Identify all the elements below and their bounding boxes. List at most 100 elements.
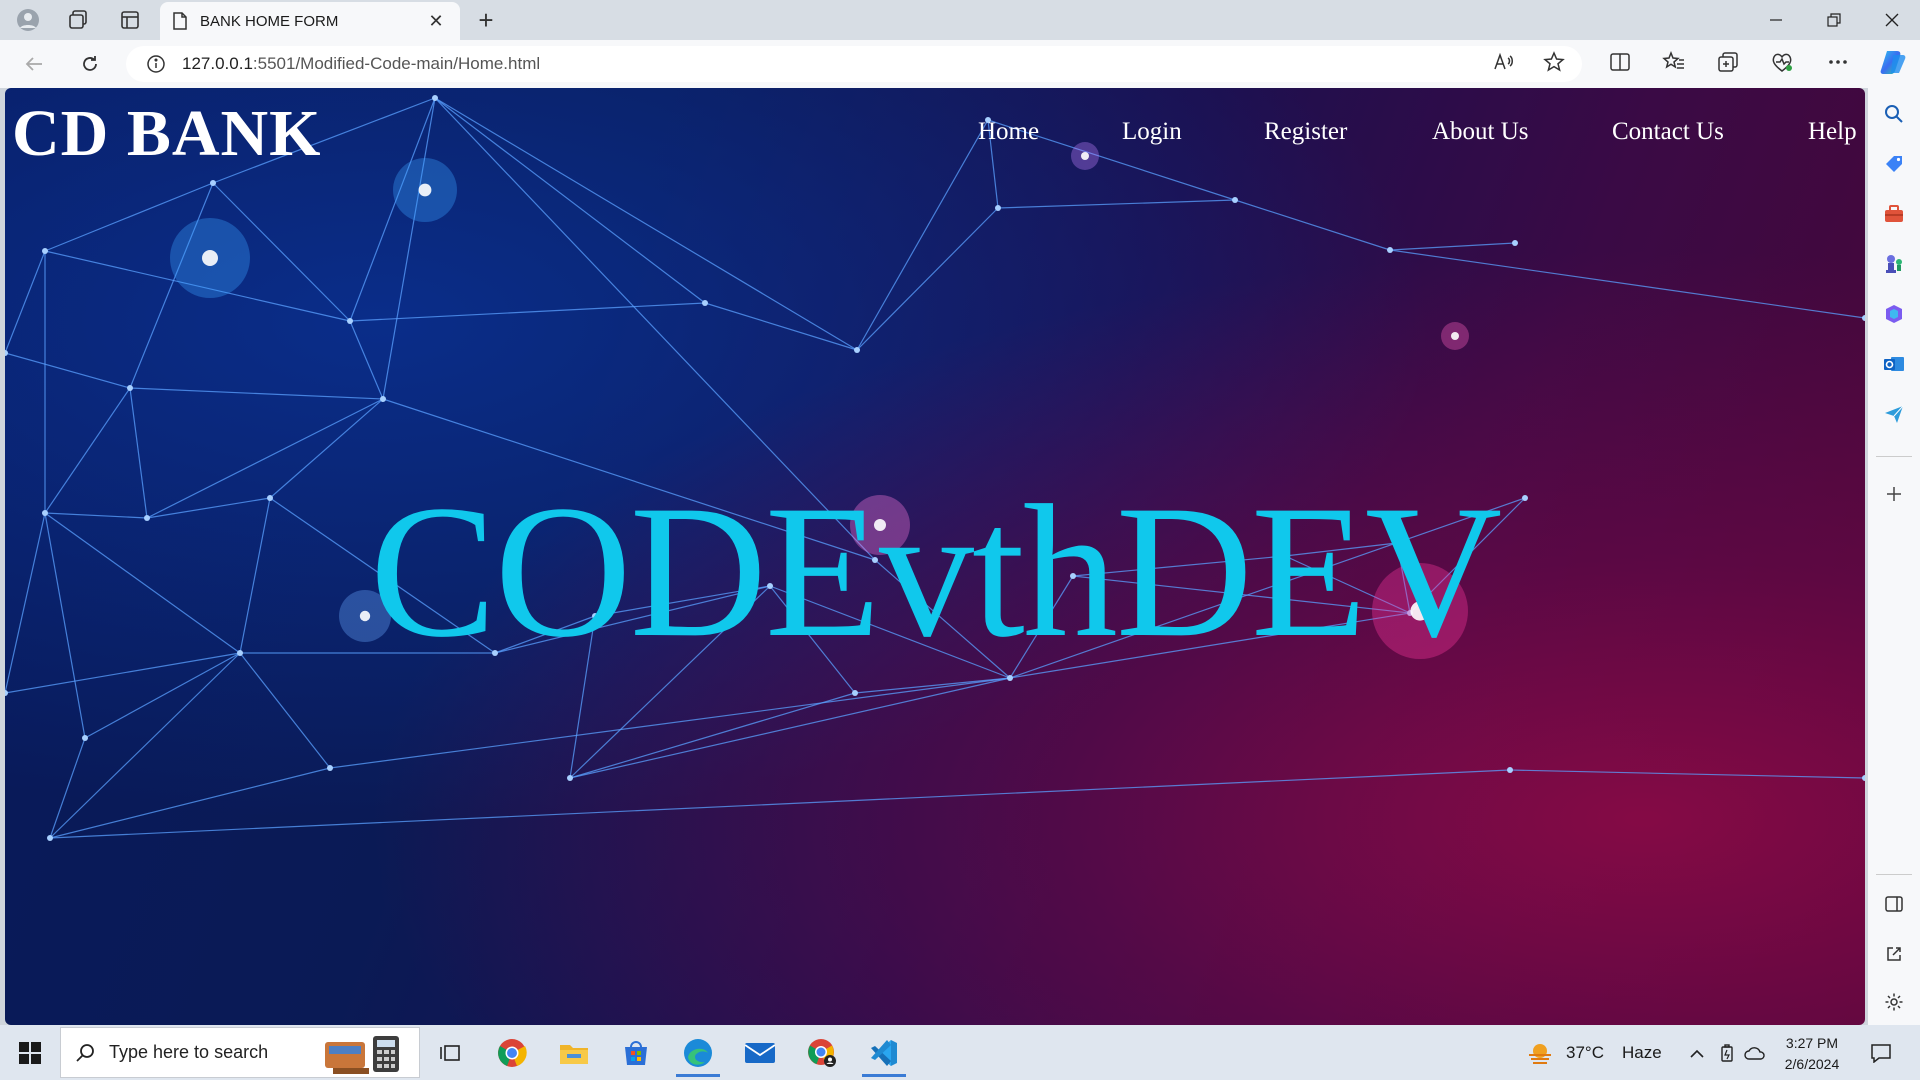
network-node — [1387, 247, 1393, 253]
edge-sidebar — [1868, 88, 1920, 1025]
network-line — [349, 302, 706, 322]
network-node — [210, 180, 216, 186]
sidebar-search-icon[interactable] — [1878, 98, 1910, 130]
nav-contact-us-link[interactable]: Contact Us — [1612, 118, 1724, 146]
tab-bank-home[interactable]: BANK HOME FORM ✕ — [160, 2, 460, 40]
network-node — [1507, 767, 1513, 773]
onedrive-cloud-icon[interactable] — [1740, 1029, 1770, 1077]
windows-start-button[interactable] — [8, 1033, 52, 1073]
close-window-button[interactable] — [1864, 0, 1920, 40]
collections-icon[interactable] — [1712, 46, 1744, 78]
clock-date: 2/6/2024 — [1784, 1056, 1840, 1072]
network-line — [382, 97, 436, 400]
read-aloud-icon[interactable] — [1488, 46, 1520, 78]
close-tab-icon[interactable]: ✕ — [424, 11, 448, 32]
weather-haze-icon[interactable] — [1520, 1029, 1560, 1077]
tab-title: BANK HOME FORM — [200, 12, 339, 30]
glow-core — [202, 250, 218, 266]
nav-about-us-link[interactable]: About Us — [1432, 118, 1529, 146]
chrome-app-icon[interactable] — [484, 1029, 540, 1077]
network-line — [1389, 242, 1516, 251]
search-placeholder: Type here to search — [109, 1042, 269, 1062]
network-node — [702, 300, 708, 306]
chrome-profile-app-icon[interactable] — [794, 1029, 850, 1077]
nav-home-link[interactable]: Home — [978, 118, 1039, 146]
nav-register-link[interactable]: Register — [1264, 118, 1347, 146]
url-path: :5501/Modified-Code-main/Home.html — [252, 54, 541, 73]
system-clock[interactable]: 3:27 PM 2/6/2024 — [1770, 1033, 1854, 1075]
restore-button[interactable] — [1806, 0, 1862, 40]
mail-app-icon[interactable] — [732, 1029, 788, 1077]
browser-essentials-icon[interactable] — [1766, 46, 1798, 78]
network-node — [1862, 775, 1865, 781]
workspaces-icon[interactable] — [58, 6, 98, 34]
network-node — [852, 690, 858, 696]
copilot-icon[interactable] — [1876, 44, 1912, 80]
network-line — [856, 119, 989, 351]
sidebar-settings-icon[interactable] — [1878, 986, 1910, 1018]
site-info-icon[interactable] — [146, 54, 166, 74]
browser-title-bar: BANK HOME FORM ✕ + — [0, 0, 1920, 40]
network-node — [327, 765, 333, 771]
network-line — [997, 199, 1236, 209]
network-line — [5, 352, 131, 389]
network-line — [329, 677, 1011, 769]
network-node — [1512, 240, 1518, 246]
split-screen-icon[interactable] — [1604, 46, 1636, 78]
network-line — [434, 97, 858, 351]
brand-logo-text: CD BANK — [12, 97, 322, 170]
network-line — [349, 320, 384, 400]
sidebar-divider — [1876, 456, 1912, 457]
new-tab-button[interactable]: + — [468, 4, 504, 36]
page-viewport: CD BANK Home Login Register About Us Con… — [5, 88, 1865, 1025]
vscode-app-icon[interactable] — [856, 1029, 912, 1077]
refresh-button[interactable] — [72, 48, 108, 80]
file-explorer-icon[interactable] — [546, 1029, 602, 1077]
vertical-tabs-icon[interactable] — [110, 6, 150, 34]
microsoft-365-icon[interactable] — [1878, 298, 1910, 330]
back-button[interactable] — [16, 48, 52, 80]
network-line — [49, 769, 1511, 839]
nav-help-link[interactable]: Help — [1808, 118, 1857, 146]
edge-browser-icon[interactable] — [670, 1029, 726, 1077]
favorites-icon[interactable] — [1658, 46, 1690, 78]
send-paper-plane-icon[interactable] — [1878, 398, 1910, 430]
show-hidden-icons-chevron-icon[interactable] — [1682, 1029, 1712, 1077]
network-line — [704, 302, 858, 351]
search-icon — [76, 1043, 94, 1062]
glow-core — [1451, 332, 1459, 340]
nav-login-link[interactable]: Login — [1122, 118, 1182, 146]
network-node — [567, 775, 573, 781]
taskbar-search-box[interactable]: Type here to search — [60, 1027, 420, 1078]
weather-condition[interactable]: Haze — [1622, 1043, 1662, 1063]
hide-sidebar-icon[interactable] — [1878, 888, 1910, 920]
network-node — [1232, 197, 1238, 203]
favorite-star-icon[interactable] — [1538, 46, 1570, 78]
more-menu-icon[interactable] — [1822, 46, 1854, 78]
page-icon — [173, 12, 187, 30]
network-line — [434, 97, 706, 304]
tools-briefcase-icon[interactable] — [1878, 198, 1910, 230]
network-node — [995, 205, 1001, 211]
profile-icon[interactable] — [8, 6, 48, 34]
outlook-icon[interactable] — [1878, 348, 1910, 380]
windows-taskbar: Type here to search 37°C Haze 3:27 PM 2/… — [0, 1025, 1920, 1080]
notifications-icon[interactable] — [1856, 1029, 1906, 1077]
network-line — [1389, 249, 1865, 319]
games-chess-icon[interactable] — [1878, 248, 1910, 280]
microsoft-store-icon[interactable] — [608, 1029, 664, 1077]
network-node — [5, 690, 8, 696]
hero-heading: CODEvthDEV — [369, 467, 1502, 677]
shopping-tag-icon[interactable] — [1878, 148, 1910, 180]
minimize-button[interactable] — [1748, 0, 1804, 40]
network-node — [82, 735, 88, 741]
open-external-icon[interactable] — [1878, 938, 1910, 970]
clock-time: 3:27 PM — [1785, 1035, 1839, 1051]
weather-temperature[interactable]: 37°C — [1566, 1043, 1604, 1063]
search-highlight-calculator-icon — [325, 1036, 399, 1074]
address-bar[interactable]: 127.0.0.1:5501/Modified-Code-main/Home.h… — [126, 46, 1582, 82]
add-sidebar-app-icon[interactable] — [1878, 478, 1910, 510]
network-node — [854, 347, 860, 353]
battery-icon[interactable] — [1712, 1029, 1742, 1077]
task-view-icon[interactable] — [422, 1029, 478, 1077]
